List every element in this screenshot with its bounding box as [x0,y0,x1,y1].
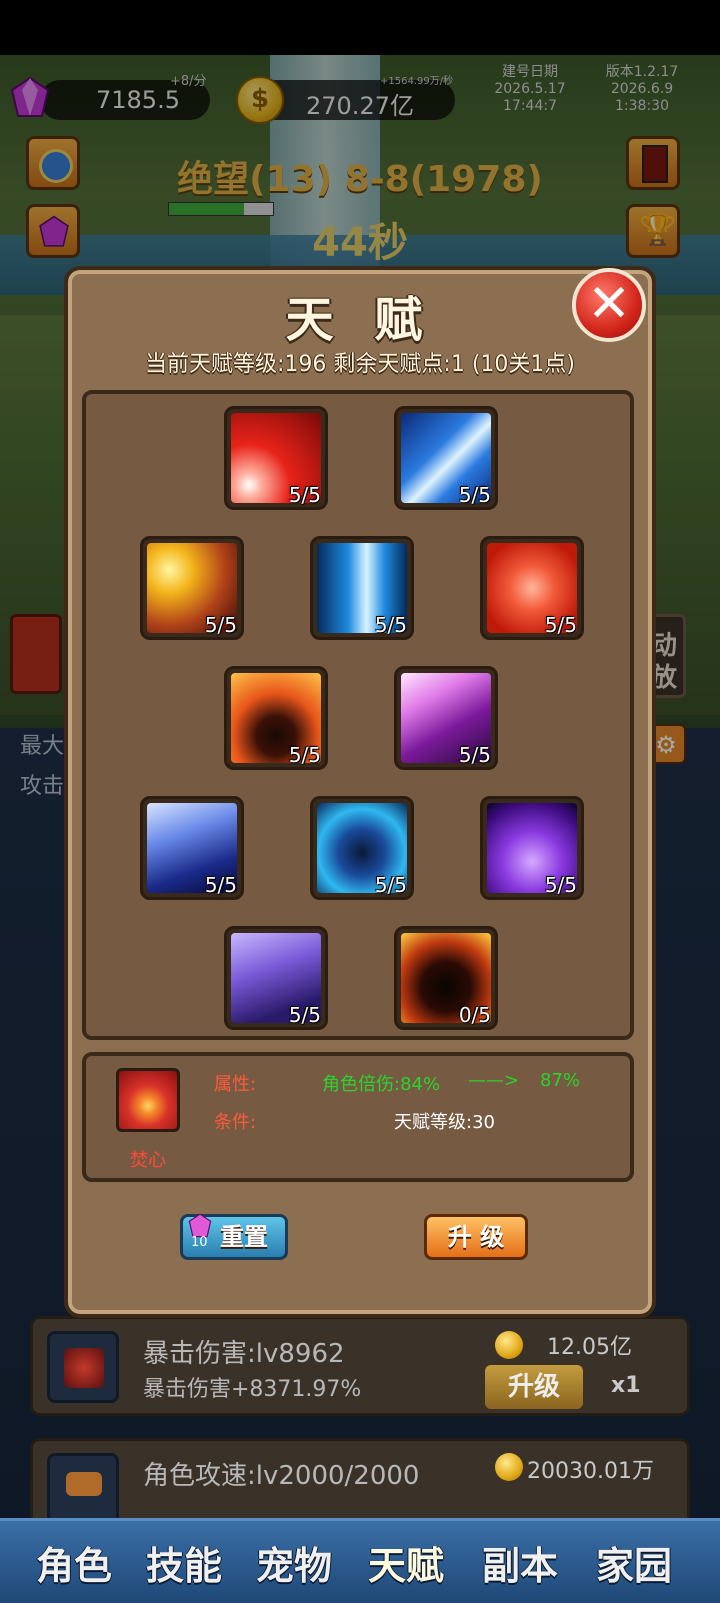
talent-slot[interactable]: 5/5 [224,406,328,510]
talent-slot[interactable]: 5/5 [310,536,414,640]
talent-slot[interactable]: 5/5 [140,536,244,640]
tab-talent[interactable]: 天赋 [346,1535,466,1590]
talent-level: 5/5 [544,873,577,897]
tab-dungeon[interactable]: 副本 [460,1535,580,1590]
condition-value: 天赋等级:30 [394,1112,495,1133]
talent-level: 5/5 [544,613,577,637]
talent-level: 5/5 [458,483,491,507]
row-cost: 20030.01万 [527,1459,654,1484]
close-icon: ✕ [587,274,631,334]
talent-slot[interactable]: 5/5 [224,926,328,1030]
talent-summary: 当前天赋等级:196 剩余天赋点:1 (10关1点) [145,352,575,377]
talent-slot[interactable]: 5/5 [224,666,328,770]
cost-coin-icon [495,1331,523,1359]
attribute-label: 属性: [214,1074,257,1095]
reset-label: 重置 [220,1223,268,1251]
row-cost: 12.05亿 [547,1335,632,1360]
selected-talent-icon [116,1068,180,1132]
talent-dialog: 天 赋 当前天赋等级:196 剩余天赋点:1 (10关1点) 5/5 5/5 5/5… [64,266,656,1318]
reset-button[interactable]: 10 重置 [180,1213,288,1260]
talent-level: 5/5 [374,613,407,637]
talent-slot[interactable]: 0/5 [394,926,498,1030]
status-bar [0,0,720,55]
talent-slot[interactable]: 5/5 [480,796,584,900]
attribute-arrow: ——> [468,1070,520,1091]
talent-level: 5/5 [458,743,491,767]
tab-pets[interactable]: 宠物 [234,1535,354,1590]
cost-coin-icon [495,1453,523,1481]
talent-level: 5/5 [288,483,321,507]
row-title: 角色攻速:lv2000/2000 [143,1461,420,1491]
tab-character[interactable]: 角色 [14,1535,134,1590]
talent-slot[interactable]: 5/5 [394,666,498,770]
talent-grid: 5/5 5/5 5/5 5/5 5/5 5/5 5/5 5/5 5/5 5/5 5/5 0/5 [82,390,634,1040]
talent-level: 5/5 [288,1003,321,1027]
talent-level: 0/5 [458,1003,491,1027]
talent-slot[interactable]: 5/5 [394,406,498,510]
upgrade-label: 升 级 [447,1223,505,1251]
upgrade-row-crit-damage: 暴击伤害:lv8962 暴击伤害+8371.97% 12.05亿 升级 x1 [30,1316,690,1416]
talent-slot[interactable]: 5/5 [140,796,244,900]
selected-talent-name: 焚心 [130,1150,166,1171]
talent-detail: 焚心 属性: 角色倍伤:84% ——> 87% 条件: 天赋等级:30 [82,1052,634,1182]
row-desc: 暴击伤害+8371.97% [143,1377,362,1402]
upgrade-button[interactable]: 升 级 [424,1214,528,1260]
condition-label: 条件: [214,1112,257,1133]
row-multiplier[interactable]: x1 [611,1373,641,1398]
talent-slot[interactable]: 5/5 [480,536,584,640]
attack-speed-icon [47,1453,119,1525]
close-button[interactable]: ✕ [572,268,646,342]
talent-slot[interactable]: 5/5 [310,796,414,900]
bottom-tab-bar: 角色 技能 宠物 天赋 副本 家园 [0,1518,720,1603]
row-title: 暴击伤害:lv8962 [143,1339,345,1369]
talent-level: 5/5 [204,873,237,897]
attribute-current: 角色倍伤:84% [322,1074,441,1095]
talent-level: 5/5 [374,873,407,897]
attribute-next: 87% [540,1070,581,1091]
tab-home[interactable]: 家园 [574,1535,694,1590]
dialog-title: 天 赋 [285,292,435,348]
crit-claw-icon [47,1331,119,1403]
talent-level: 5/5 [288,743,321,767]
row-upgrade-button[interactable]: 升级 [485,1365,583,1409]
tab-skills[interactable]: 技能 [124,1535,244,1590]
talent-level: 5/5 [204,613,237,637]
